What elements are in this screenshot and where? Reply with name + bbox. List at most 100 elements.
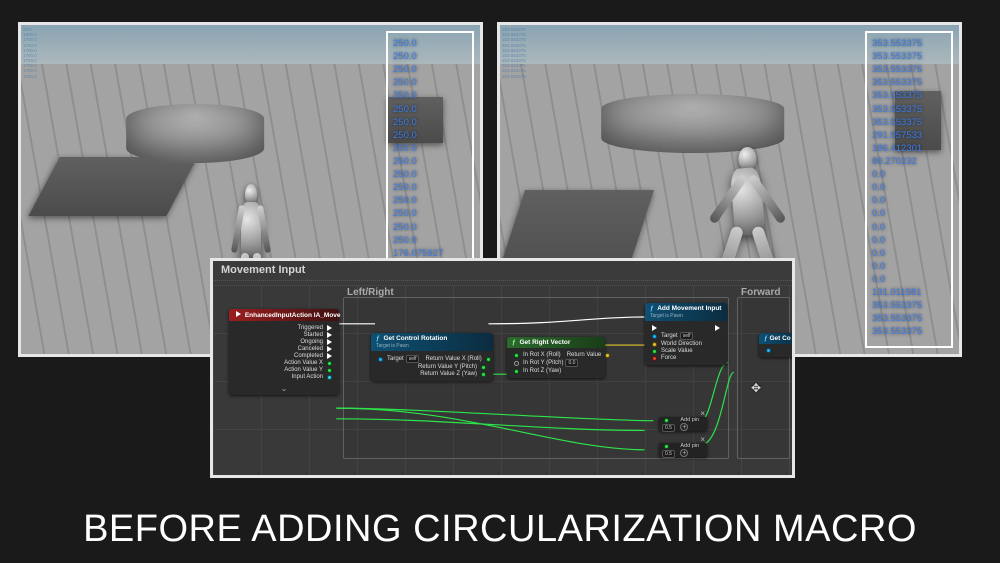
- debug-value-line: 186.412301: [872, 142, 946, 155]
- float-pin[interactable]: [481, 372, 486, 377]
- debug-value-line: 80.270232: [872, 155, 946, 168]
- debug-value-line: 250.0: [393, 168, 467, 181]
- debug-value-line: 0.0: [872, 247, 946, 260]
- data-pin[interactable]: [327, 375, 332, 380]
- node-output-row: Action Value X: [234, 360, 334, 366]
- debug-value-line: 0.0: [872, 181, 946, 194]
- target-self-value[interactable]: self: [406, 355, 420, 363]
- object-pin[interactable]: [378, 357, 383, 362]
- node-get-right-vector[interactable]: ƒ Get Right Vector In Rot X (Roll) Retur…: [507, 337, 605, 378]
- exec-pin[interactable]: [327, 346, 332, 352]
- pin-label: Started: [304, 332, 323, 338]
- pin-default-value[interactable]: 0.0: [565, 359, 578, 367]
- vector-pin[interactable]: [605, 353, 610, 358]
- node-output-row: Ongoing: [234, 339, 334, 345]
- exec-pin[interactable]: [327, 353, 332, 359]
- pin-label: In Rot X (Roll): [523, 352, 561, 358]
- debug-value-line: 250.0: [393, 129, 467, 142]
- node-output-row: Canceled: [234, 346, 334, 352]
- chevron-down-icon[interactable]: ⌄: [229, 384, 339, 395]
- exec-pin[interactable]: [327, 325, 332, 331]
- node-add-movement-input[interactable]: ƒ Add Movement Input Target is Pawn Targ…: [645, 303, 727, 365]
- object-pin[interactable]: [652, 334, 657, 339]
- node-output-row: Completed: [234, 353, 334, 359]
- pin-label: Return Value: [567, 352, 602, 358]
- slide-caption: BEFORE ADDING CIRCULARIZATION MACRO: [0, 508, 1000, 551]
- debug-value-line: 250.0: [393, 194, 467, 207]
- node-title: Add Movement Input: [657, 305, 721, 312]
- subsection-box-forward: [737, 297, 790, 459]
- close-icon[interactable]: ×: [700, 409, 705, 418]
- node-multiply[interactable]: × 0.5 Add pin +: [659, 417, 707, 431]
- exec-pin[interactable]: [327, 339, 332, 345]
- pin-label: In Rot Z (Yaw): [523, 368, 561, 374]
- target-self-value[interactable]: self: [680, 332, 694, 340]
- plus-icon[interactable]: +: [680, 449, 688, 457]
- float-pin[interactable]: [481, 365, 486, 370]
- float-pin[interactable]: [652, 349, 657, 354]
- node-get-control-rotation-forward[interactable]: ƒ Get Co: [759, 333, 795, 357]
- node-get-control-rotation[interactable]: ƒ Get Control Rotation Target is Pawn Ta…: [371, 333, 493, 381]
- debug-value-line: 353.553375: [872, 50, 946, 63]
- blueprint-graph-panel[interactable]: Movement Input Left/Right Forward Enhanc…: [210, 258, 795, 478]
- node-title: Get Right Vector: [519, 339, 570, 346]
- debug-value-line: 0.0: [872, 273, 946, 286]
- node-header: ƒ Get Right Vector: [507, 337, 605, 348]
- data-pin[interactable]: [327, 361, 332, 366]
- debug-value-line: 353.553375: [872, 299, 946, 312]
- debug-value-line: 291.957533: [872, 129, 946, 142]
- bool-pin[interactable]: [652, 356, 657, 361]
- node-header: ƒ Get Control Rotation Target is Pawn: [371, 333, 493, 351]
- debug-value-line: 250.0: [393, 207, 467, 220]
- float-pin[interactable]: [514, 353, 519, 358]
- float-pin[interactable]: [664, 418, 669, 423]
- pin-default-value[interactable]: 0.5: [662, 450, 675, 458]
- geometry-cylinder: [127, 104, 265, 163]
- pin-label: Target: [387, 356, 404, 362]
- exec-pin-icon: [236, 311, 241, 317]
- debug-value-line: 353.553375: [872, 89, 946, 102]
- debug-value-line: 0.0: [872, 260, 946, 273]
- debug-value-line: 353.553375: [872, 63, 946, 76]
- pin-label: Ongoing: [300, 339, 323, 345]
- debug-corner-text: 353.553375 353.553375 353.553375 353.553…: [502, 27, 526, 79]
- pin-label: In Rot Y (Pitch): [523, 360, 563, 366]
- debug-value-line: 0.0: [872, 234, 946, 247]
- debug-value-line: 250.0: [393, 37, 467, 50]
- node-title: EnhancedInputAction IA_Move: [245, 312, 341, 319]
- pin-label: Return Value Z (Yaw): [420, 371, 477, 377]
- debug-value-line: 0.0: [872, 168, 946, 181]
- debug-value-line: 353.553375: [872, 116, 946, 129]
- debug-value-line: 353.553375: [872, 37, 946, 50]
- pin-default-value[interactable]: 0.5: [662, 424, 675, 432]
- close-icon[interactable]: ×: [700, 435, 705, 444]
- blueprint-section-title: Movement Input: [213, 261, 792, 281]
- debug-value-line: 0.0: [872, 207, 946, 220]
- float-pin[interactable]: [664, 444, 669, 449]
- node-header: EnhancedInputAction IA_Move: [229, 309, 339, 321]
- node-output-row: Started: [234, 332, 334, 338]
- debug-value-line: 250.0: [393, 89, 467, 102]
- function-icon: ƒ: [764, 335, 768, 342]
- debug-value-line: 0.0: [872, 194, 946, 207]
- float-pin[interactable]: [514, 369, 519, 374]
- debug-value-line: 250.0: [393, 142, 467, 155]
- float-pin[interactable]: [514, 361, 519, 366]
- pin-label: Completed: [294, 353, 323, 359]
- exec-pin[interactable]: [652, 325, 657, 331]
- plus-icon[interactable]: +: [680, 423, 688, 431]
- data-pin[interactable]: [327, 368, 332, 373]
- blueprint-canvas[interactable]: Left/Right Forward EnhancedInputAction I…: [213, 285, 792, 475]
- node-enhanced-input-action[interactable]: EnhancedInputAction IA_Move TriggeredSta…: [229, 309, 339, 395]
- vector-pin[interactable]: [652, 342, 657, 347]
- debug-value-line: 353.553375: [872, 103, 946, 116]
- exec-pin[interactable]: [715, 325, 720, 331]
- debug-value-overlay: 353.553375353.553375353.553375353.553375…: [865, 31, 953, 348]
- object-pin[interactable]: [766, 348, 771, 353]
- node-multiply[interactable]: × 0.5 Add pin +: [659, 443, 707, 457]
- node-output-row: Input Action: [234, 374, 334, 380]
- exec-pin[interactable]: [327, 332, 332, 338]
- debug-value-line: 250.0: [393, 50, 467, 63]
- float-pin[interactable]: [486, 357, 491, 362]
- pin-label: Return Value Y (Pitch): [418, 364, 477, 370]
